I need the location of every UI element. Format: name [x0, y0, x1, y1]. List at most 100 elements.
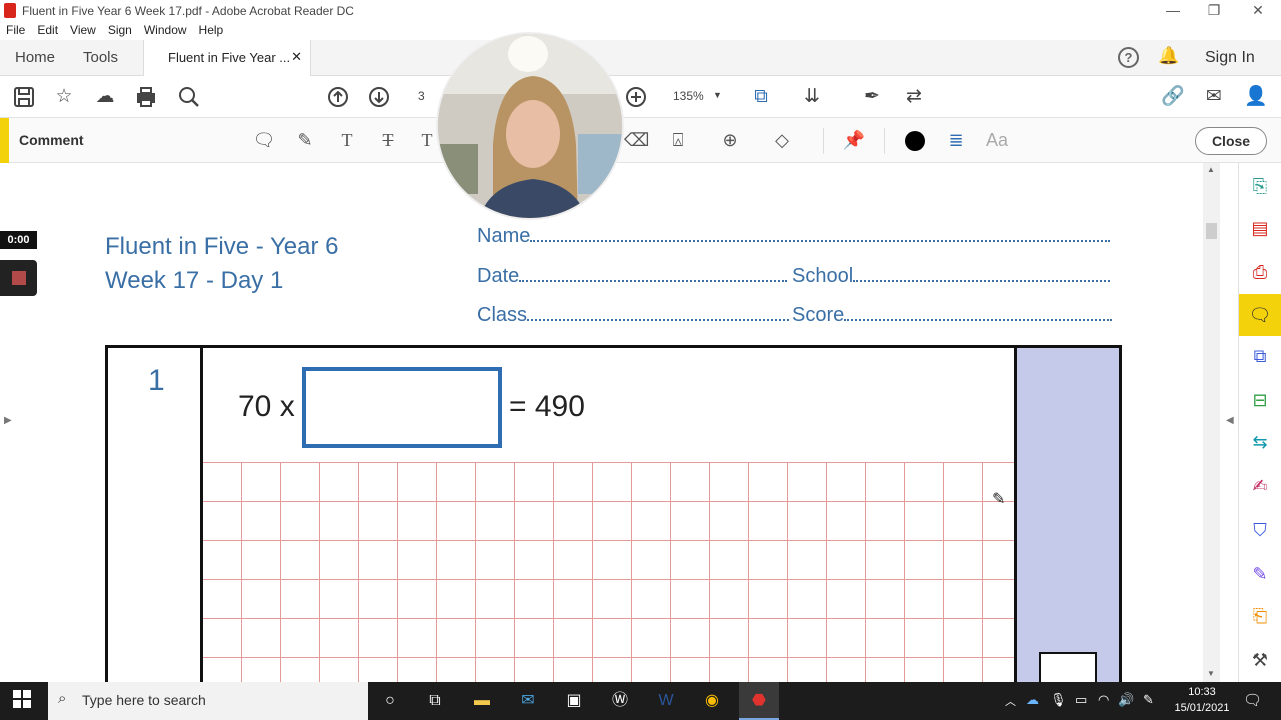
taskbar-search-box[interactable]: ⌕ Type here to search — [48, 682, 368, 720]
more-tools-icon[interactable]: ⚒ — [1247, 647, 1273, 673]
doc-title-line1: Fluent in Five - Year 6 — [105, 233, 339, 260]
tab-home[interactable]: Home — [15, 49, 55, 66]
working-grid[interactable] — [203, 462, 1014, 682]
page-number-input[interactable]: 3 — [418, 89, 425, 103]
scroll-down-icon[interactable]: ▼ — [1207, 669, 1215, 678]
mail-icon[interactable]: ✉ — [516, 690, 540, 712]
menu-bar: File Edit View Sign Window Help — [0, 22, 1281, 40]
word-icon[interactable]: W — [654, 690, 678, 712]
tab-document-label: Fluent in Five Year ... — [168, 50, 291, 65]
battery-icon[interactable]: ▭ — [1075, 692, 1087, 708]
request-signature-icon[interactable]: ✎ — [1247, 561, 1273, 587]
score-box[interactable] — [1039, 652, 1097, 682]
font-size-label[interactable]: Aa — [986, 130, 1008, 151]
upload-cloud-icon[interactable]: ☁ — [93, 86, 117, 108]
store-icon[interactable]: ▣ — [562, 690, 586, 712]
line-thickness-icon[interactable]: ≣ — [944, 129, 968, 151]
close-window-icon[interactable]: ✕ — [1248, 2, 1268, 19]
wifi-icon[interactable]: ◠ — [1098, 692, 1109, 708]
comment-tool-active[interactable]: 🗨 — [1239, 294, 1281, 336]
tab-document[interactable]: Fluent in Five Year ... ✕ — [143, 40, 311, 76]
zoom-dropdown-icon[interactable]: ▼ — [713, 90, 722, 100]
previous-page-icon[interactable] — [326, 86, 350, 108]
tab-tools[interactable]: Tools — [83, 49, 118, 66]
add-user-icon[interactable]: 👤 — [1244, 86, 1268, 108]
volume-icon[interactable]: 🔊 — [1118, 692, 1134, 708]
right-tools-panel: ◀ ⎘ ▤ ⎙ 🗨 ⧉ ⊟ ⇆ ✍ ⛉ ✎ ⎗ ⚒ — [1226, 163, 1281, 682]
acrobat-taskbar-icon: ⬣ — [752, 692, 766, 709]
menu-view[interactable]: View — [64, 22, 102, 37]
windows-taskbar: ⌕ Type here to search ○ ⧉ ▬ ✉ ▣ Ⓦ W ◉ ⬣ … — [0, 682, 1281, 720]
fill-sign-icon[interactable]: ✒ — [860, 86, 884, 108]
share-link-icon[interactable]: 🔗 — [1161, 86, 1185, 108]
sign-in-link[interactable]: Sign In — [1205, 49, 1255, 67]
fit-page-icon[interactable]: ⧉ — [749, 86, 773, 108]
bell-icon[interactable]: 🔔 — [1158, 46, 1179, 66]
combine-files-icon[interactable]: ⧉ — [1247, 343, 1273, 369]
compress-pdf-icon[interactable]: ⊟ — [1247, 387, 1273, 413]
pen-workspace-icon[interactable]: ✎ — [1143, 692, 1154, 708]
menu-window[interactable]: Window — [138, 22, 193, 37]
acrobat-taskbar-button[interactable]: ⬣ — [739, 682, 779, 720]
print-icon[interactable] — [134, 86, 158, 108]
restore-icon[interactable]: ❐ — [1204, 2, 1224, 19]
send-sign-icon[interactable]: ⇄ — [902, 86, 926, 108]
menu-edit[interactable]: Edit — [31, 22, 64, 37]
attach-icon[interactable]: ⊕ — [718, 129, 742, 151]
notifications-icon[interactable]: 🗨 — [1243, 691, 1262, 709]
file-explorer-icon[interactable]: ▬ — [470, 690, 494, 712]
menu-sign[interactable]: Sign — [102, 22, 138, 37]
close-comment-button[interactable]: Close — [1195, 127, 1267, 155]
pen-cursor-icon: ✎ — [992, 491, 1006, 508]
stop-recording-button[interactable] — [0, 260, 37, 296]
scroll-mode-icon[interactable]: ⇊ — [800, 86, 824, 108]
zoom-in-icon[interactable] — [624, 86, 648, 108]
export-pdf-icon[interactable]: ⎘ — [1247, 173, 1273, 199]
stamp-icon[interactable]: ⍓ — [666, 129, 690, 151]
vertical-scrollbar[interactable]: ▲ ▼ — [1203, 163, 1220, 682]
task-view-icon[interactable]: ⧉ — [423, 690, 447, 712]
email-icon[interactable]: ✉ — [1202, 86, 1226, 108]
eraser-icon[interactable]: ⌫ — [624, 129, 649, 151]
help-icon[interactable]: ? — [1118, 47, 1139, 68]
microphone-icon[interactable]: 🎙 — [1050, 692, 1067, 708]
menu-help[interactable]: Help — [193, 22, 230, 37]
chrome-icon[interactable]: ◉ — [700, 690, 724, 712]
fill-and-sign-icon[interactable]: ✍ — [1247, 473, 1273, 499]
save-icon[interactable] — [12, 86, 36, 108]
windows-start-icon[interactable] — [10, 690, 34, 712]
protect-icon[interactable]: ⛉ — [1247, 517, 1273, 543]
next-page-icon[interactable] — [367, 86, 391, 108]
comment-icon: 🗨 — [1248, 305, 1272, 325]
highlight-icon[interactable]: ✎ — [293, 129, 317, 151]
scroll-thumb[interactable] — [1206, 223, 1217, 239]
clock-date[interactable]: 15/01/2021 — [1168, 702, 1236, 714]
star-icon[interactable]: ☆ — [52, 86, 76, 108]
app-w-icon[interactable]: Ⓦ — [608, 690, 632, 712]
cortana-icon[interactable]: ○ — [378, 690, 402, 712]
create-pdf-icon[interactable]: ⎙ — [1247, 259, 1273, 285]
organize-pages-icon[interactable]: ▤ — [1247, 215, 1273, 241]
action-wizard-icon[interactable]: ⎗ — [1247, 603, 1273, 629]
shapes-icon[interactable]: ◇ — [770, 129, 794, 151]
left-panel-toggle-icon[interactable]: ▶ — [4, 415, 12, 426]
answer-input-box[interactable] — [302, 367, 502, 448]
menu-file[interactable]: File — [0, 22, 31, 37]
onedrive-icon[interactable]: ☁ — [1026, 692, 1039, 708]
strikethrough-icon[interactable]: T — [376, 129, 400, 151]
sticky-note-icon[interactable]: 🗨 — [252, 129, 276, 151]
scroll-up-icon[interactable]: ▲ — [1207, 165, 1215, 174]
tray-expand-icon[interactable]: ︿ — [1005, 693, 1016, 709]
close-tab-icon[interactable]: ✕ — [291, 49, 302, 65]
minimize-icon[interactable]: — — [1163, 2, 1183, 18]
score-label: Score — [792, 304, 845, 326]
clock-time[interactable]: 10:33 — [1172, 686, 1232, 698]
color-picker-icon[interactable] — [905, 131, 925, 151]
search-icon[interactable] — [177, 86, 201, 108]
send-for-review-icon[interactable]: ⇆ — [1247, 429, 1273, 455]
right-panel-toggle-icon[interactable]: ◀ — [1226, 415, 1234, 426]
zoom-level[interactable]: 135% — [673, 89, 704, 103]
class-label: Class — [477, 304, 528, 326]
pin-icon[interactable]: 📌 — [842, 129, 866, 151]
add-text-icon[interactable]: T — [335, 129, 359, 151]
